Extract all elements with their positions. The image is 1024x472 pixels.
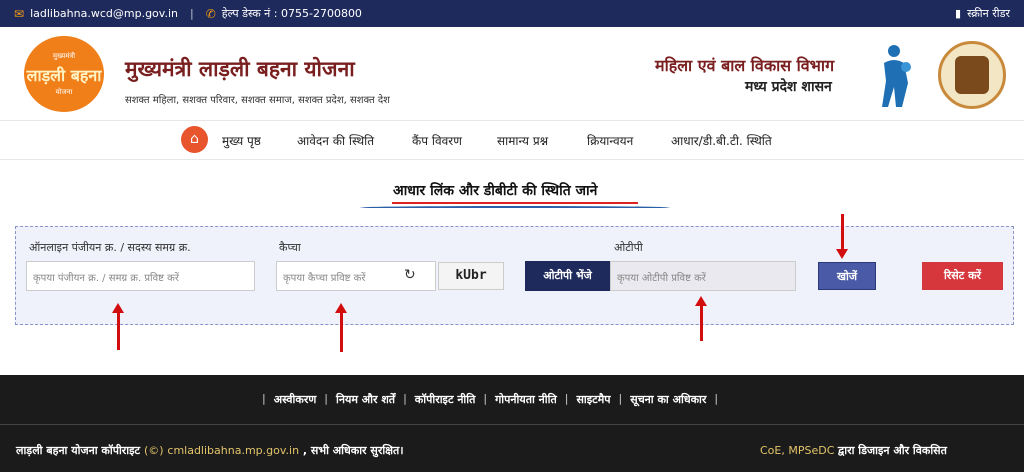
- mail-icon: ✉: [14, 6, 25, 21]
- divider: |: [564, 392, 569, 405]
- copyright-prefix: लाड़ली बहना योजना कॉपीराइट: [16, 444, 141, 457]
- book-icon: ▮: [955, 7, 962, 20]
- site-header: मुख्यमंत्री लाड़ली बहना योजना मुख्यमंत्र…: [0, 27, 1024, 120]
- title-decoration: [360, 206, 670, 209]
- divider: |: [262, 392, 266, 405]
- copyright-site-link[interactable]: cmladlibahna.mp.gov.in: [167, 444, 299, 457]
- government-name: मध्य प्रदेश शासन: [745, 79, 832, 95]
- title-underline: [392, 202, 638, 204]
- annotation-arrow: [112, 303, 124, 350]
- contact-email[interactable]: ladlibahna.wcd@mp.gov.in: [30, 7, 178, 20]
- annotation-arrow: [335, 303, 347, 352]
- main-navigation: ⌂ मुख्य पृष्ठ आवेदन की स्थिति कैंप विवरण…: [0, 120, 1024, 160]
- footer-link-rti[interactable]: सूचना का अधिकार: [630, 392, 706, 407]
- footer-links: | अस्वीकरण | नियम और शर्तें | कॉपीराइट न…: [262, 392, 718, 407]
- developer-credit: CoE, MPSeDC द्वारा डिजाइन और विकसित: [760, 443, 947, 458]
- mp-government-emblem: [938, 41, 1006, 109]
- helpdesk-number: हेल्प डेस्क नं : 0755-2700800: [221, 7, 362, 20]
- credit-text: द्वारा डिजाइन और विकसित: [837, 444, 947, 457]
- top-info-bar: ✉ ladlibahna.wcd@mp.gov.in | ✆ हेल्प डेस…: [0, 0, 1024, 27]
- registration-number-input[interactable]: कृपया पंजीयन क्र. / समग्र क्र. प्रविष्ट …: [26, 261, 255, 291]
- nav-home[interactable]: मुख्य पृष्ठ: [222, 132, 261, 149]
- site-tagline: सशक्त महिला, सशक्त परिवार, सशक्त समाज, स…: [125, 95, 390, 106]
- otp-input[interactable]: कृपया ओटीपी प्रविष्ट करें: [610, 261, 796, 291]
- nav-faq[interactable]: सामान्य प्रश्न: [497, 132, 548, 149]
- send-otp-button[interactable]: ओटीपी भेंजे: [525, 261, 610, 291]
- footer-link-privacy[interactable]: गोपनीयता नीति: [495, 392, 557, 407]
- footer-link-copyright-policy[interactable]: कॉपीराइट नीति: [415, 392, 476, 407]
- footer-divider: [0, 424, 1024, 425]
- logo-text-main: लाड़ली बहना: [26, 66, 102, 85]
- copyright-suffix: , सभी अधिकार सुरक्षित।: [302, 444, 404, 457]
- copyright-symbol: (©): [143, 444, 164, 457]
- screen-reader-label: स्क्रीन रीडर: [967, 7, 1010, 20]
- annotation-arrow: [836, 214, 848, 259]
- nav-camp-details[interactable]: कैंप विवरण: [412, 132, 462, 149]
- divider: |: [618, 392, 623, 405]
- nav-application-status[interactable]: आवेदन की स्थिति: [297, 132, 374, 149]
- screen-reader-link[interactable]: ▮ स्क्रीन रीडर: [955, 6, 1010, 21]
- site-footer: | अस्वीकरण | नियम और शर्तें | कॉपीराइट न…: [0, 375, 1024, 472]
- divider: |: [189, 7, 194, 20]
- reset-button[interactable]: रिसेट करें: [922, 262, 1003, 290]
- emblem-center: [955, 56, 989, 94]
- search-button[interactable]: खोजें: [818, 262, 876, 290]
- registration-label: ऑनलाइन पंजीयन क्र. / सदस्य समग्र क्र.: [29, 241, 191, 254]
- credit-org[interactable]: CoE, MPSeDC: [760, 444, 834, 457]
- department-name: महिला एवं बाल विकास विभाग: [655, 56, 835, 75]
- divider: |: [483, 392, 488, 405]
- nav-aadhaar-dbt-status[interactable]: आधार/डी.बी.टी. स्थिति: [671, 132, 772, 149]
- divider: |: [403, 392, 407, 405]
- phone-icon: ✆: [205, 6, 216, 21]
- divider: |: [714, 392, 719, 405]
- captcha-image: kUbr: [438, 262, 504, 290]
- mother-child-icon: [882, 45, 911, 107]
- scheme-logo[interactable]: मुख्यमंत्री लाड़ली बहना योजना: [24, 36, 104, 112]
- site-title: मुख्यमंत्री लाड़ली बहना योजना: [125, 56, 355, 81]
- annotation-arrow: [695, 296, 707, 341]
- footer-link-sitemap[interactable]: साइटमैप: [576, 392, 610, 407]
- page-title: आधार लिंक और डीबीटी की स्थिति जाने: [393, 183, 598, 199]
- divider: |: [324, 392, 328, 405]
- captcha-label: कैप्चा: [279, 241, 301, 254]
- nav-implementation[interactable]: क्रियान्वयन: [587, 132, 633, 149]
- footer-link-terms[interactable]: नियम और शर्तें: [336, 392, 395, 407]
- logo-text-top: मुख्यमंत्री: [52, 52, 76, 60]
- home-icon[interactable]: ⌂: [181, 126, 208, 153]
- otp-label: ओटीपी: [614, 241, 643, 254]
- refresh-icon[interactable]: ↻: [404, 267, 416, 283]
- copyright-text: लाड़ली बहना योजना कॉपीराइट (©) cmladliba…: [16, 443, 404, 458]
- logo-text-bottom: योजना: [55, 88, 73, 96]
- footer-link-disclaimer[interactable]: अस्वीकरण: [274, 392, 317, 407]
